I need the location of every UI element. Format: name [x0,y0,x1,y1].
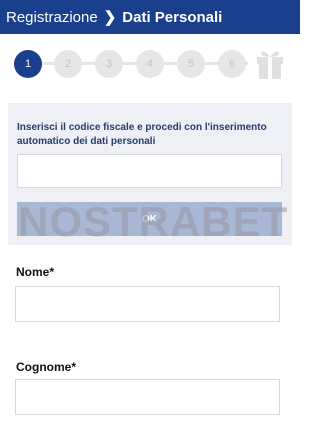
chevron-right-icon: ❯ [103,9,117,26]
registration-stepper: 1 2 3 4 5 6 [14,46,294,82]
ok-button[interactable]: OK [17,202,282,236]
page-title: Dati Personali [122,8,223,26]
fiscal-code-instruction: Inserisci il codice fiscale e procedi co… [17,122,267,147]
fiscal-code-input[interactable] [17,154,282,188]
fiscal-code-panel: Inserisci il codice fiscale e procedi co… [8,103,292,245]
cognome-input[interactable] [15,379,280,415]
top-bar: Registrazione ❯ Dati Personali [0,0,300,34]
step-6: 6 [218,50,246,78]
step-3: 3 [95,50,123,78]
step-4: 4 [136,50,164,78]
step-5: 5 [177,50,205,78]
step-1[interactable]: 1 [14,50,42,78]
cognome-label: Cognome* [16,360,76,374]
breadcrumb-registrazione[interactable]: Registrazione [6,9,98,26]
gift-icon [254,46,286,80]
step-2: 2 [54,50,82,78]
nome-input[interactable] [15,286,280,322]
nome-label: Nome* [16,265,55,279]
